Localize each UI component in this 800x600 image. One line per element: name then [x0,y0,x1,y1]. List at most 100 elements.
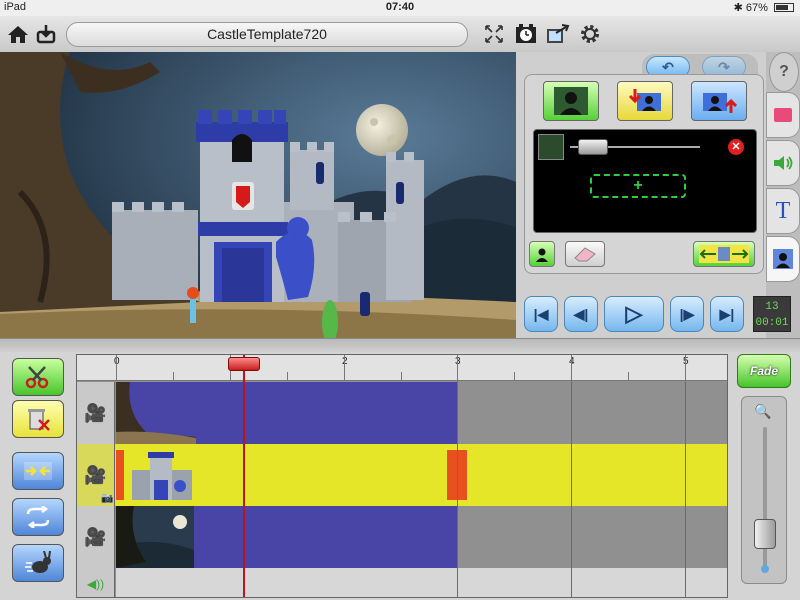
preview-canvas[interactable] [0,52,516,338]
clip-thumbnail [116,382,196,444]
scissors-icon [25,366,49,389]
fade-label: Fade [749,364,778,378]
move-front-button[interactable] [691,81,747,121]
battery-status: ✱ 67% [734,1,794,14]
timeline[interactable]: 0 1 2 3 4 5 🎥 🎥 [76,354,728,598]
skip-start-button[interactable]: |◀ [524,296,558,332]
bring-front-icon [703,93,737,113]
fit-width-icon [699,245,749,263]
actor-tab[interactable] [766,236,800,282]
grid-line [571,381,572,597]
clip-3[interactable] [116,506,457,568]
import-icon[interactable] [34,22,58,46]
fullscreen-icon[interactable] [482,22,506,46]
zoom-min-dot [761,565,769,573]
track-header-3[interactable]: 🎥 [77,506,115,568]
audio-tab[interactable] [766,140,800,186]
photo-camera-icon: 📷 [101,493,114,504]
ruler-tick [514,372,515,380]
ruler-tick [571,355,572,380]
clip-1[interactable] [116,382,457,444]
rabbit-icon [25,551,51,573]
send-back-icon [628,89,661,111]
step-back-icon: ◀| [573,305,589,322]
transport-controls: |◀ ◀| ▷ |▶ ▶| [524,294,750,334]
speaker-icon [774,156,793,170]
status-bar: iPad 07:40 ✱ 67% [0,0,800,16]
playhead[interactable] [243,355,245,597]
person-icon [554,87,588,115]
grid-line [685,381,686,597]
frame-counter: 13 00:01 [753,296,791,332]
layer-properties: ✕ + [524,74,764,274]
clip-thumbnail [116,506,194,568]
image-tab[interactable] [766,92,800,138]
zoom-slider-knob[interactable] [754,519,776,549]
speed-button[interactable] [12,544,64,582]
project-title[interactable]: CastleTemplate720 [66,22,468,47]
ruler-tick [457,355,458,380]
opacity-slider-knob[interactable] [578,139,608,155]
video-camera-icon: 🎥 [84,464,107,485]
ruler-tick [116,355,117,380]
eraser-icon [574,247,596,262]
layer-thumbnail[interactable] [538,134,564,160]
home-icon[interactable] [6,22,30,46]
actor-icon [773,249,793,269]
merge-icon [24,462,52,480]
layer-list: ✕ + [533,129,757,233]
playhead-handle[interactable] [228,357,260,371]
cut-button[interactable] [12,358,64,396]
fit-width-button[interactable] [693,241,755,267]
play-icon: ▷ [625,301,643,326]
text-tab[interactable]: T [766,188,800,234]
ruler-tick [628,372,629,380]
timer-icon[interactable] [514,22,538,46]
track-header-audio[interactable]: ◀)) [77,568,115,597]
delete-layer-icon[interactable]: ✕ [728,139,744,155]
merge-clips-button[interactable] [12,452,64,490]
video-camera-icon: 🎥 [84,526,107,547]
trash-icon [28,409,50,431]
person-toggle-button[interactable] [529,241,555,267]
eraser-button[interactable] [565,241,605,267]
zoom-panel: 🔍 [741,396,787,584]
video-camera-icon: 🎥 [84,402,107,423]
top-toolbar: CastleTemplate720 [0,16,800,52]
ruler-tick [401,372,402,380]
step-forward-button[interactable]: |▶ [670,296,704,332]
time-ruler[interactable]: 0 1 2 3 4 5 [77,355,727,381]
step-forward-icon: |▶ [679,305,695,322]
ruler-tick [344,355,345,380]
speaker-icon: ◀)) [86,576,105,591]
loop-button[interactable] [12,498,64,536]
move-back-button[interactable] [617,81,673,121]
export-icon[interactable] [546,22,570,46]
redo-icon: ↷ [718,58,730,75]
time-readout: 00:01 [755,317,789,329]
add-layer-button[interactable]: + [590,174,686,198]
gear-icon[interactable] [578,22,602,46]
ruler-tick [173,372,174,380]
help-button[interactable]: ? [769,52,799,92]
track-header-1[interactable]: 🎥 [77,382,115,444]
video-track-1[interactable] [116,382,727,444]
actor-mode-button[interactable] [543,81,599,121]
audio-track[interactable] [116,568,727,597]
skip-end-button[interactable]: ▶| [710,296,744,332]
delete-clip-button[interactable] [12,400,64,438]
battery-icon [774,3,794,12]
trim-handle-left[interactable] [116,450,124,500]
castle-scene-image [0,52,516,338]
grid-line [457,381,458,597]
ruler-tick [287,372,288,380]
fade-button[interactable]: Fade [737,354,791,388]
panel-divider[interactable] [0,338,800,352]
video-track-2[interactable] [116,444,727,506]
play-button[interactable]: ▷ [604,296,664,332]
step-back-button[interactable]: ◀| [564,296,598,332]
frame-number: 13 [765,301,779,313]
person-small-icon [536,248,548,262]
video-track-3[interactable] [116,506,727,568]
clip-2[interactable] [116,444,467,506]
